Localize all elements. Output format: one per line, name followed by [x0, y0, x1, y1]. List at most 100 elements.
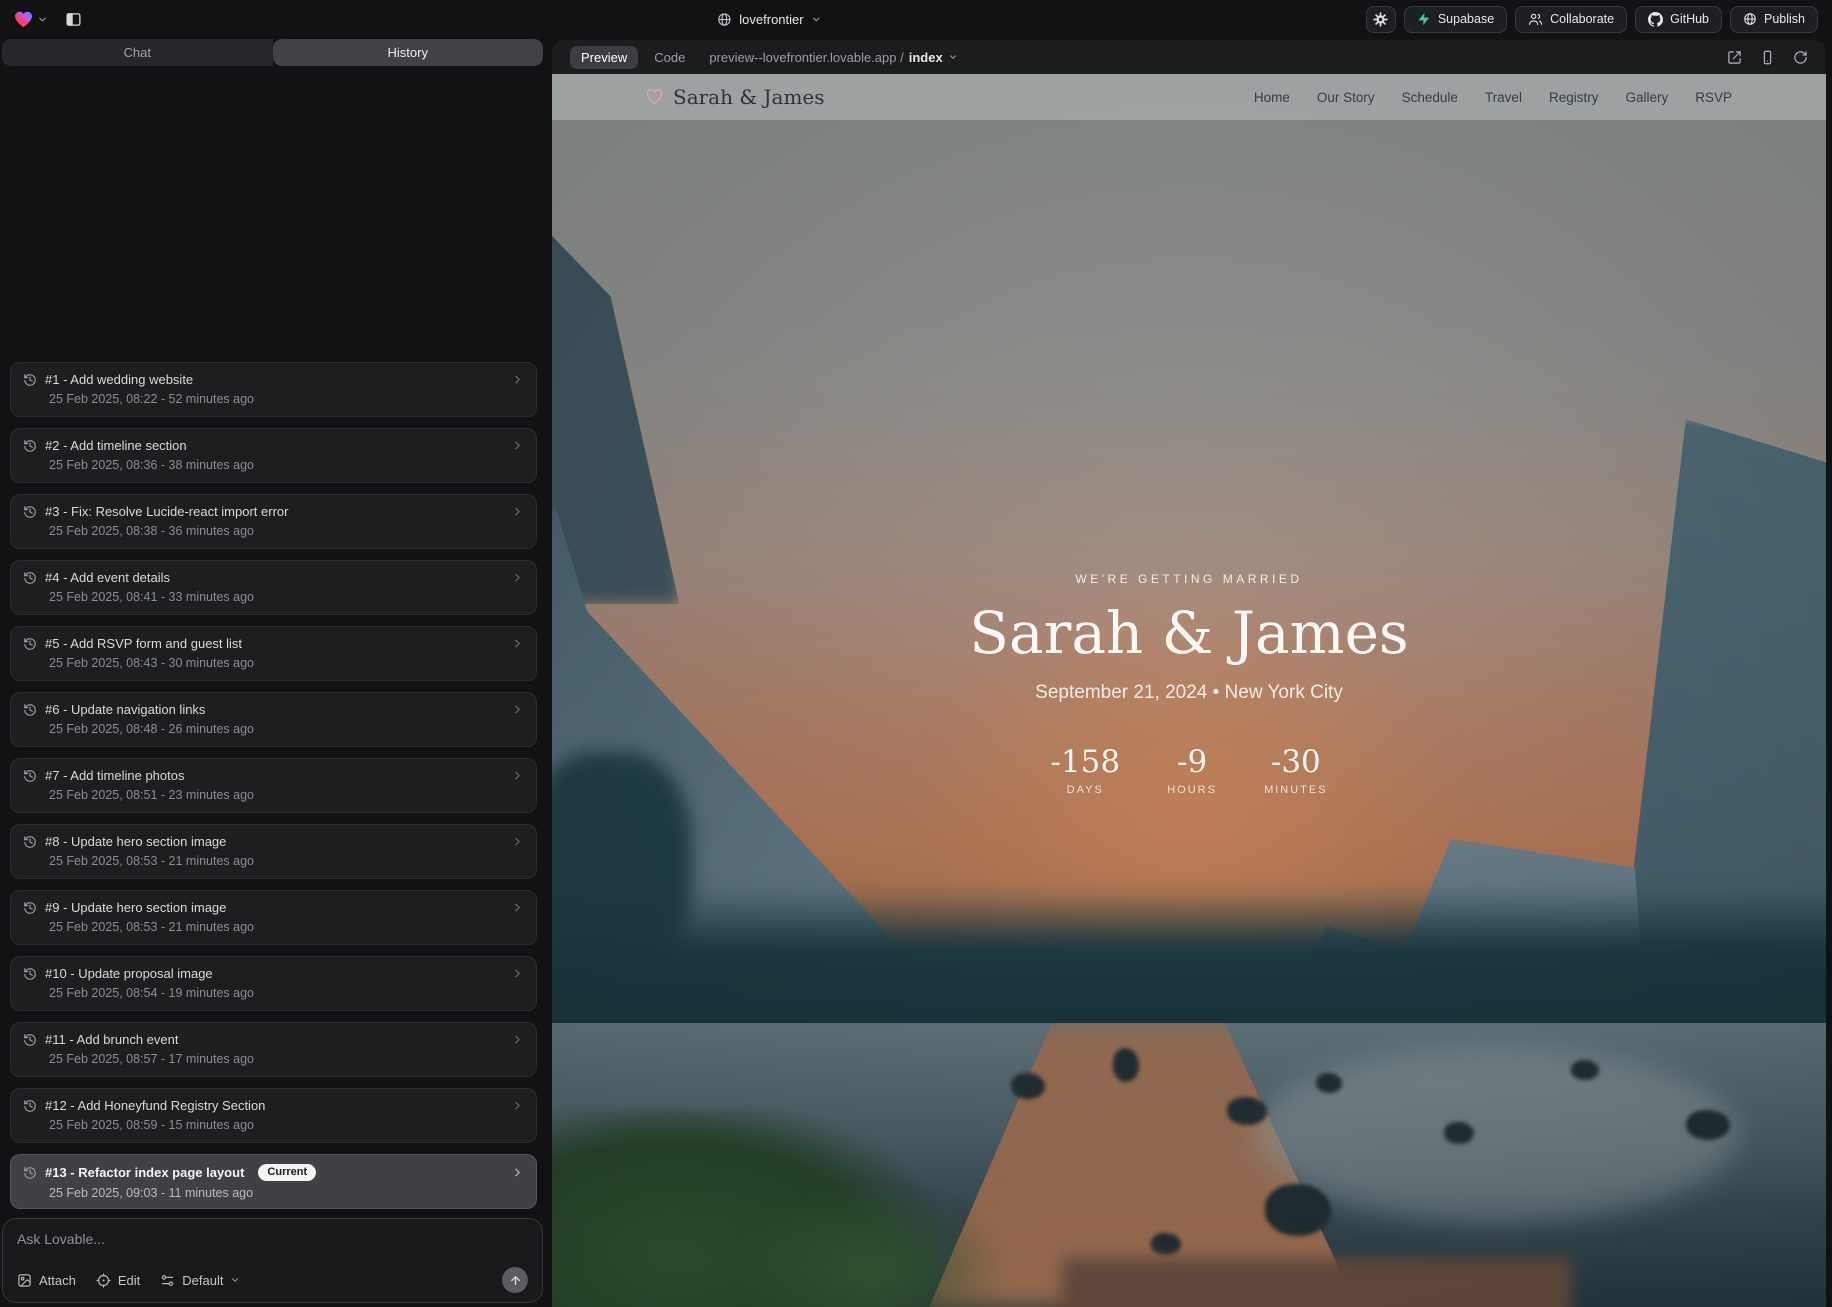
- history-item[interactable]: #1 - Add wedding website 25 Feb 2025, 08…: [10, 362, 537, 417]
- project-name: lovefrontier: [739, 12, 803, 27]
- chevron-right-icon[interactable]: [511, 769, 524, 782]
- send-button[interactable]: [502, 1267, 528, 1293]
- history-item-title: #5 - Add RSVP form and guest list: [45, 636, 242, 651]
- history-item[interactable]: #6 - Update navigation links 25 Feb 2025…: [10, 692, 537, 747]
- site-nav-link[interactable]: Gallery: [1625, 90, 1668, 105]
- attach-button[interactable]: Attach: [17, 1273, 76, 1288]
- top-bar: lovefrontier: [0, 0, 1832, 38]
- publish-label: Publish: [1764, 12, 1805, 26]
- history-item-title: #3 - Fix: Resolve Lucide-react import er…: [45, 504, 288, 519]
- lovable-heart-logo-icon: [14, 11, 33, 28]
- globe-icon: [1743, 12, 1757, 26]
- history-item-timestamp: 25 Feb 2025, 08:53 - 21 minutes ago: [49, 920, 524, 934]
- tab-chat[interactable]: Chat: [2, 39, 273, 66]
- history-item[interactable]: #9 - Update hero section image 25 Feb 20…: [10, 890, 537, 945]
- chevron-right-icon[interactable]: [511, 703, 524, 716]
- chevron-right-icon[interactable]: [511, 1099, 524, 1112]
- site-header: Sarah & James Home Our Story Schedule Trave…: [552, 74, 1826, 120]
- countdown: -158 DAYS -9 HOURS -30 MINUTES: [552, 744, 1826, 796]
- history-icon: [23, 373, 37, 387]
- preview-url[interactable]: preview--lovefrontier.lovable.app / inde…: [709, 50, 957, 65]
- supabase-icon: [1417, 12, 1431, 26]
- history-item-title: #11 - Add brunch event: [45, 1032, 178, 1047]
- main-content: Chat History #1 - Add wedding website: [0, 38, 1832, 1307]
- site-nav-link[interactable]: Home: [1254, 90, 1290, 105]
- site-nav-link[interactable]: Our Story: [1317, 90, 1375, 105]
- edit-button[interactable]: Edit: [96, 1273, 140, 1288]
- chevron-right-icon[interactable]: [511, 835, 524, 848]
- refresh-icon[interactable]: [1793, 50, 1808, 65]
- countdown-label: HOURS: [1164, 784, 1220, 796]
- history-icon: [23, 637, 37, 651]
- mode-selector[interactable]: Default: [160, 1273, 240, 1288]
- publish-button[interactable]: Publish: [1730, 6, 1818, 33]
- current-badge: Current: [258, 1164, 316, 1181]
- attach-label: Attach: [39, 1273, 76, 1288]
- chevron-right-icon[interactable]: [511, 1033, 524, 1046]
- history-icon: [23, 901, 37, 915]
- history-item[interactable]: #8 - Update hero section image 25 Feb 20…: [10, 824, 537, 879]
- history-item-title: #7 - Add timeline photos: [45, 768, 184, 783]
- history-item[interactable]: #5 - Add RSVP form and guest list 25 Feb…: [10, 626, 537, 681]
- history-icon: [23, 703, 37, 717]
- crosshair-icon: [96, 1273, 111, 1288]
- history-item[interactable]: #7 - Add timeline photos 25 Feb 2025, 08…: [10, 758, 537, 813]
- chevron-right-icon[interactable]: [511, 637, 524, 650]
- github-button[interactable]: GitHub: [1635, 6, 1722, 33]
- collaborate-button[interactable]: Collaborate: [1515, 6, 1627, 33]
- chevron-down-icon: [948, 52, 958, 62]
- wedding-site-preview: Sarah & James Home Our Story Schedule Trave…: [552, 74, 1826, 1307]
- hero-subtitle: September 21, 2024 • New York City: [552, 682, 1826, 704]
- chevron-right-icon[interactable]: [511, 505, 524, 518]
- history-item-timestamp: 25 Feb 2025, 08:22 - 52 minutes ago: [49, 392, 524, 406]
- history-item-timestamp: 25 Feb 2025, 08:38 - 36 minutes ago: [49, 524, 524, 538]
- site-nav-link[interactable]: Schedule: [1402, 90, 1458, 105]
- history-item[interactable]: #12 - Add Honeyfund Registry Section 25 …: [10, 1088, 537, 1143]
- history-item-title: #9 - Update hero section image: [45, 900, 226, 915]
- site-nav-link[interactable]: RSVP: [1695, 90, 1732, 105]
- history-item[interactable]: #10 - Update proposal image 25 Feb 2025,…: [10, 956, 537, 1011]
- chevron-right-icon[interactable]: [511, 901, 524, 914]
- panel-left-icon: [65, 11, 82, 28]
- tab-code[interactable]: Code: [652, 46, 687, 69]
- history-item[interactable]: #13 - Refactor index page layout Current…: [10, 1154, 537, 1209]
- lovable-logo-menu[interactable]: [14, 11, 48, 28]
- history-item-title: #13 - Refactor index page layout: [45, 1165, 244, 1180]
- sidebar-tabs: Chat History: [2, 39, 543, 66]
- chevron-right-icon[interactable]: [511, 571, 524, 584]
- history-item-title: #2 - Add timeline section: [45, 438, 187, 453]
- history-icon: [23, 1166, 37, 1180]
- tab-history[interactable]: History: [273, 39, 544, 66]
- countdown-column: -158 DAYS: [1050, 744, 1120, 796]
- history-icon: [23, 1099, 37, 1113]
- tab-preview[interactable]: Preview: [570, 46, 638, 69]
- chevron-down-icon: [37, 14, 48, 25]
- history-item[interactable]: #4 - Add event details 25 Feb 2025, 08:4…: [10, 560, 537, 615]
- chevron-right-icon[interactable]: [511, 439, 524, 452]
- mobile-view-icon[interactable]: [1760, 50, 1775, 65]
- history-item-title: #6 - Update navigation links: [45, 702, 205, 717]
- site-nav-link[interactable]: Travel: [1485, 90, 1522, 105]
- history-item-timestamp: 25 Feb 2025, 08:57 - 17 minutes ago: [49, 1052, 524, 1066]
- open-in-new-tab-icon[interactable]: [1727, 50, 1742, 65]
- image-icon: [17, 1273, 32, 1288]
- history-item[interactable]: #3 - Fix: Resolve Lucide-react import er…: [10, 494, 537, 549]
- edit-label: Edit: [118, 1273, 140, 1288]
- site-nav-link[interactable]: Registry: [1549, 90, 1599, 105]
- chevron-right-icon[interactable]: [511, 967, 524, 980]
- countdown-label: MINUTES: [1264, 784, 1328, 796]
- site-brand[interactable]: Sarah & James: [646, 85, 825, 109]
- sidebar-toggle-button[interactable]: [58, 6, 88, 33]
- prompt-composer[interactable]: Ask Lovable... Attach: [2, 1218, 543, 1303]
- settings-button[interactable]: [1366, 6, 1396, 33]
- history-item[interactable]: #11 - Add brunch event 25 Feb 2025, 08:5…: [10, 1022, 537, 1077]
- hero-title: Sarah & James: [552, 602, 1826, 666]
- chevron-right-icon[interactable]: [511, 1166, 524, 1179]
- chevron-right-icon[interactable]: [511, 373, 524, 386]
- countdown-label: DAYS: [1050, 784, 1120, 796]
- project-switcher[interactable]: lovefrontier: [717, 0, 821, 38]
- users-icon: [1528, 12, 1543, 27]
- supabase-button[interactable]: Supabase: [1404, 6, 1507, 33]
- prompt-input[interactable]: Ask Lovable...: [17, 1231, 528, 1247]
- history-item[interactable]: #2 - Add timeline section 25 Feb 2025, 0…: [10, 428, 537, 483]
